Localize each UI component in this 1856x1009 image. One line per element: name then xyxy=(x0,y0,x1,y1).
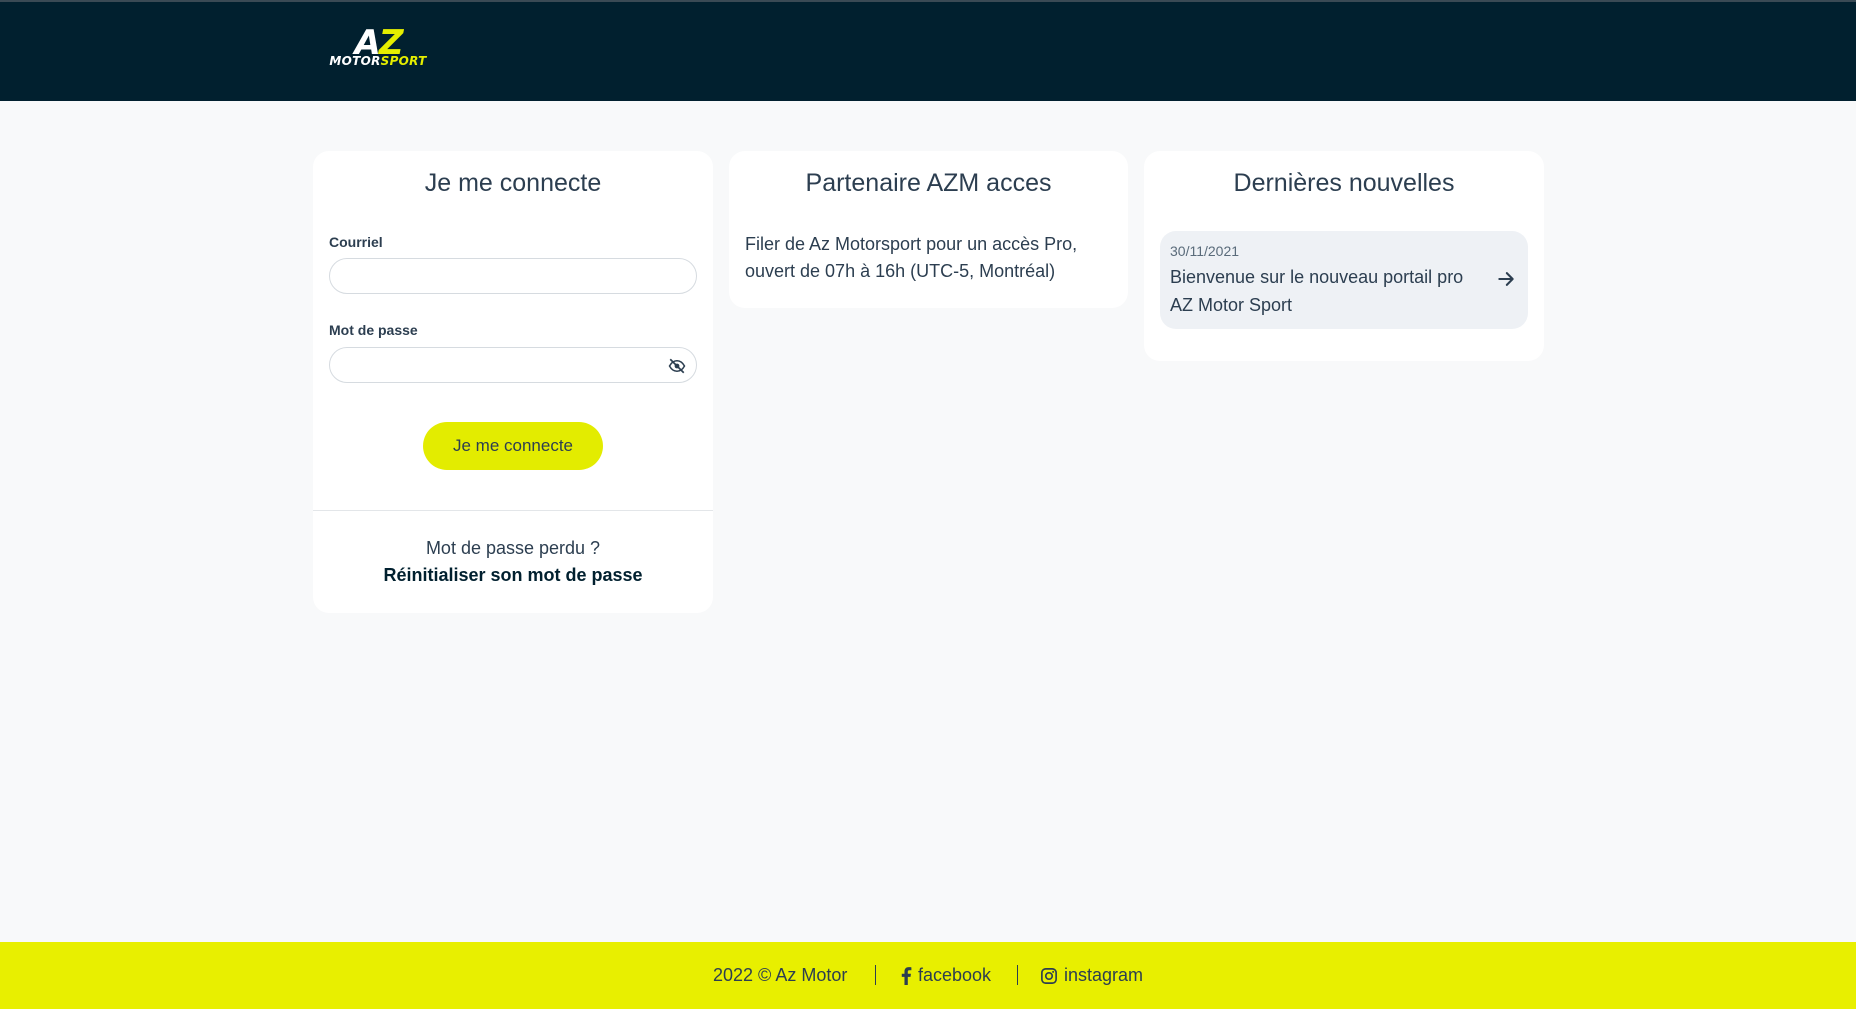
facebook-label: facebook xyxy=(918,965,992,985)
logo-wordmark: MOTORSPORT xyxy=(329,54,427,68)
arrow-right-icon[interactable] xyxy=(1496,269,1516,289)
copyright-text: 2022 © Az Motor xyxy=(713,965,848,985)
news-date: 30/11/2021 xyxy=(1170,243,1240,259)
partner-card: Partenaire AZM acces Filer de Az Motorsp… xyxy=(729,151,1128,308)
password-field[interactable] xyxy=(329,347,697,383)
site-header: AZ MOTORSPORT xyxy=(0,0,1856,101)
email-field[interactable] xyxy=(329,258,697,294)
az-motorsport-logo[interactable]: AZ MOTORSPORT xyxy=(316,26,440,70)
instagram-label: instagram xyxy=(1064,965,1144,985)
login-card: Je me connecte Courriel Mot de passe Je … xyxy=(313,151,713,613)
eye-slash-icon[interactable] xyxy=(667,357,687,375)
instagram-icon xyxy=(1041,968,1057,985)
password-label: Mot de passe xyxy=(329,322,418,338)
news-item-title: Bienvenue sur le nouveau portail pro AZ … xyxy=(1170,267,1464,315)
instagram-link[interactable]: instagram xyxy=(1040,942,1143,1009)
footer-separator xyxy=(875,965,876,985)
site-footer: 2022 © Az Motor facebook instagram xyxy=(0,942,1856,1009)
divider xyxy=(313,510,713,511)
facebook-link[interactable]: facebook xyxy=(900,942,991,1009)
news-card: Dernières nouvelles 30/11/2021 Bienvenue… xyxy=(1144,151,1544,361)
partner-description: Filer de Az Motorsport pour un accès Pro… xyxy=(745,234,1078,281)
news-title: Dernières nouvelles xyxy=(1233,169,1455,197)
login-button[interactable]: Je me connecte xyxy=(423,422,603,470)
partner-title: Partenaire AZM acces xyxy=(805,169,1052,197)
reset-password-link[interactable]: Réinitialiser son mot de passe xyxy=(313,565,713,586)
news-item[interactable]: 30/11/2021 Bienvenue sur le nouveau port… xyxy=(1160,231,1528,329)
footer-separator xyxy=(1017,965,1018,985)
facebook-icon xyxy=(901,967,912,986)
login-title: Je me connecte xyxy=(424,169,602,197)
lost-password-text: Mot de passe perdu ? xyxy=(425,538,601,558)
email-label: Courriel xyxy=(329,234,383,250)
